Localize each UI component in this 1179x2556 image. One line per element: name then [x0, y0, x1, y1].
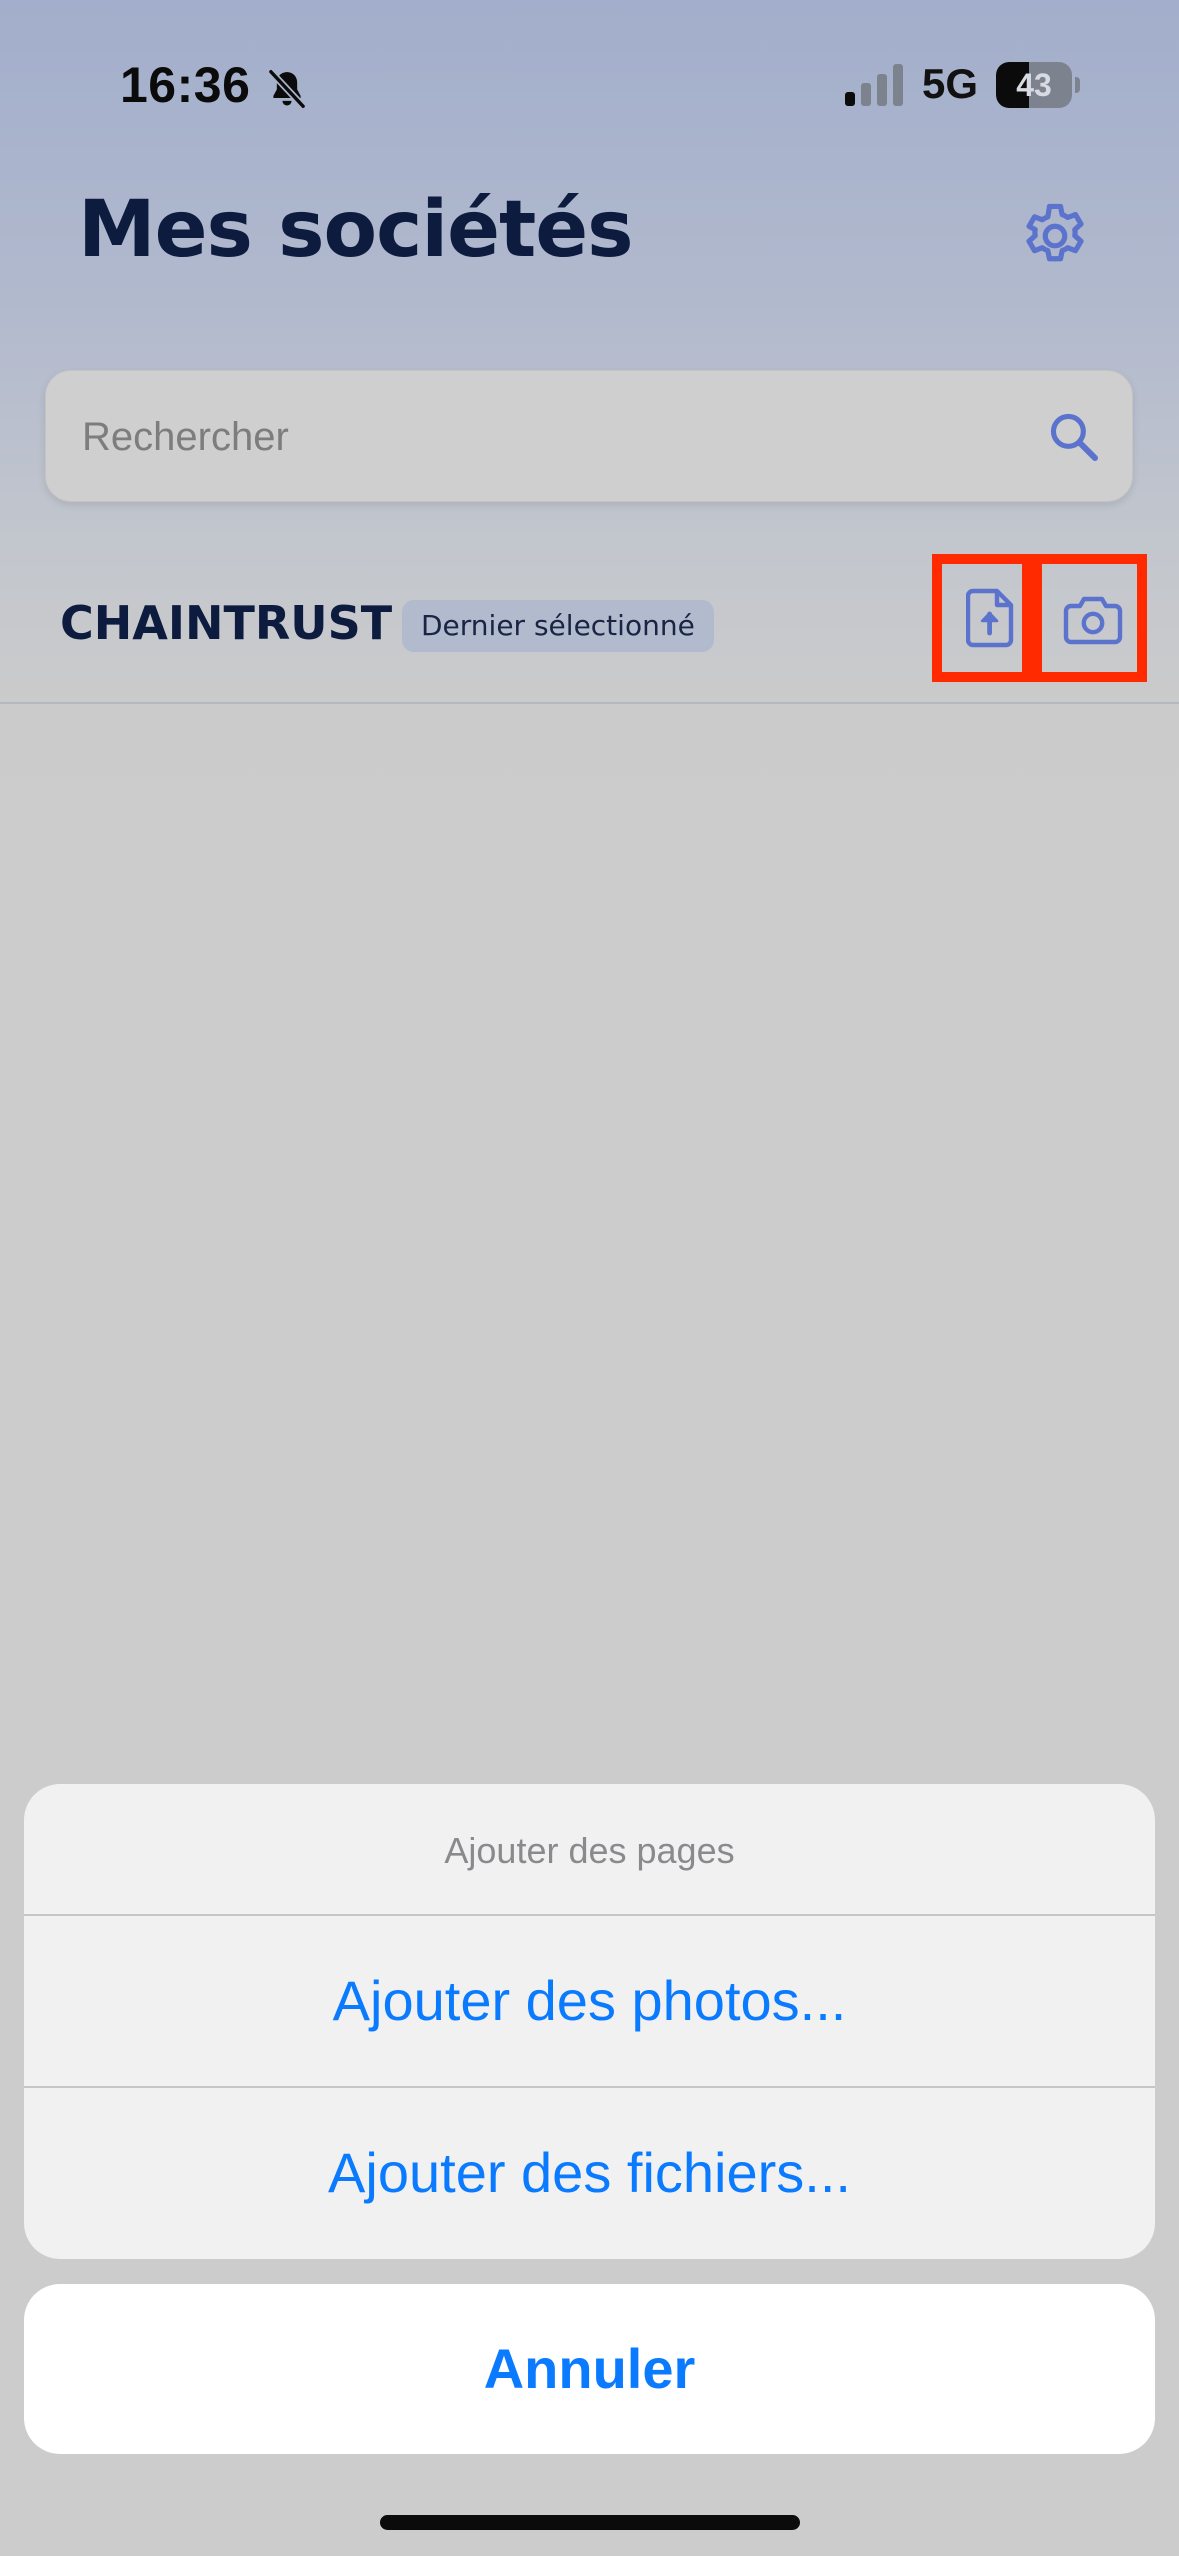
signal-bar [877, 74, 887, 106]
battery-level: 43 [1016, 67, 1052, 103]
gear-icon[interactable] [1016, 198, 1094, 276]
battery-tip [1075, 77, 1080, 93]
battery-icon: 43 [996, 62, 1080, 110]
status-time: 16:36 [120, 57, 251, 113]
signal-bar [893, 64, 903, 106]
search-bar [45, 370, 1133, 503]
search-input[interactable] [80, 371, 984, 503]
company-name: CHAINTRUST [60, 596, 393, 650]
add-photos-button[interactable]: Ajouter des photos... [24, 1916, 1155, 2086]
upload-file-button[interactable] [932, 554, 1032, 682]
cancel-button[interactable]: Annuler [24, 2284, 1155, 2454]
camera-button[interactable] [1032, 554, 1147, 682]
signal-bar [845, 92, 855, 106]
action-sheet-title: Ajouter des pages [444, 1830, 735, 1871]
page-title: Mes sociétés [78, 185, 634, 275]
cellular-signal-icon [845, 64, 903, 106]
screen: 16:36 5G 43 Mes sociétés Rechercher CHAI… [0, 0, 1179, 2556]
action-sheet: Ajouter des pages Ajouter des photos... … [24, 1784, 1155, 2259]
company-row[interactable]: CHAINTRUST Dernier sélectionné [0, 554, 1179, 704]
bell-slash-icon [267, 68, 307, 110]
upload-file-icon [966, 588, 1014, 648]
battery-body: 43 [996, 62, 1072, 108]
add-files-button[interactable]: Ajouter des fichiers... [24, 2088, 1155, 2258]
last-selected-badge: Dernier sélectionné [402, 600, 714, 652]
status-bar: 16:36 5G 43 [0, 0, 1179, 170]
home-indicator[interactable] [380, 2515, 800, 2530]
camera-icon [1063, 596, 1123, 645]
signal-bar [861, 83, 871, 106]
network-label: 5G [922, 60, 979, 107]
search-icon[interactable] [1046, 409, 1102, 465]
